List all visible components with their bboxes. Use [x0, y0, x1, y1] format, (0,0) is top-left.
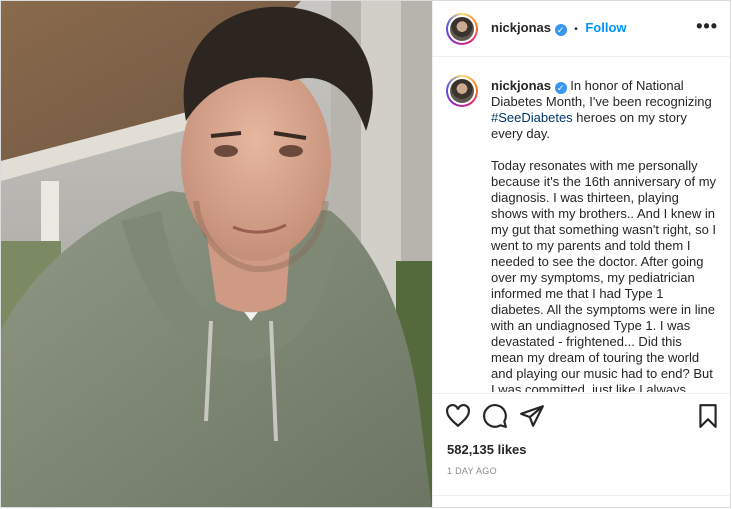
- caption-body: Today resonates with me personally becau…: [491, 158, 717, 392]
- header-name-row: nickjonas ✓ • Follow: [491, 20, 627, 36]
- heart-icon[interactable]: [445, 403, 471, 429]
- portrait-image: [1, 1, 432, 507]
- add-comment-area[interactable]: [433, 495, 730, 507]
- bookmark-icon[interactable]: [695, 403, 721, 429]
- action-bar: [433, 393, 730, 441]
- likes-count[interactable]: 582,135 likes: [447, 442, 527, 457]
- hashtag-link[interactable]: #SeeDiabetes: [491, 110, 573, 125]
- verified-icon: ✓: [554, 82, 567, 94]
- more-icon[interactable]: •••: [696, 16, 718, 37]
- post-timestamp[interactable]: 1 DAY AGO: [447, 466, 497, 476]
- avatar[interactable]: [446, 13, 478, 45]
- post-sidebar: nickjonas ✓ • Follow ••• nickjonas ✓ In …: [432, 1, 730, 507]
- follow-button[interactable]: Follow: [585, 20, 626, 35]
- separator-dot: •: [574, 24, 578, 35]
- caption-area[interactable]: nickjonas ✓ In honor of National Diabete…: [433, 58, 730, 392]
- username-link[interactable]: nickjonas: [491, 20, 551, 35]
- post-header: nickjonas ✓ • Follow •••: [433, 1, 730, 57]
- verified-icon: ✓: [554, 24, 567, 36]
- comment-icon[interactable]: [482, 403, 508, 429]
- caption-username[interactable]: nickjonas: [491, 78, 551, 93]
- share-icon[interactable]: [519, 403, 545, 429]
- instagram-post: nickjonas ✓ • Follow ••• nickjonas ✓ In …: [0, 0, 731, 508]
- caption-text: nickjonas ✓ In honor of National Diabete…: [491, 78, 717, 392]
- post-photo[interactable]: [1, 1, 432, 507]
- caption-avatar[interactable]: [446, 75, 478, 107]
